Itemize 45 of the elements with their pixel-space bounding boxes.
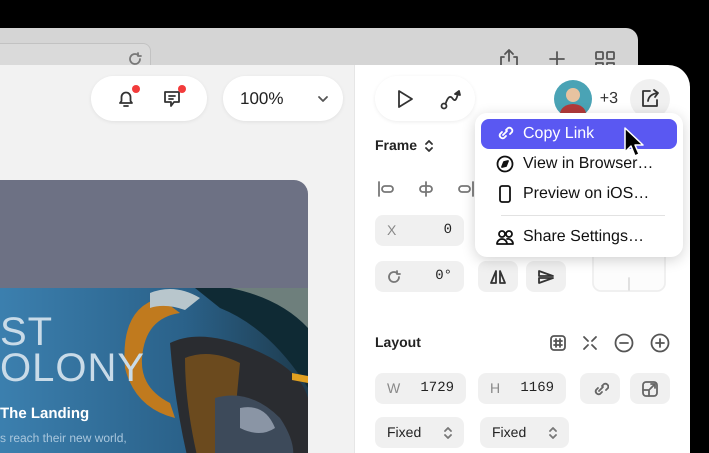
sort-icon: [549, 426, 557, 438]
x-field[interactable]: X 0: [375, 215, 464, 246]
menu-item[interactable]: Share Settings…: [481, 222, 677, 252]
grid-icon[interactable]: [594, 48, 616, 65]
frame-body-text: s reach their new world,: [0, 430, 127, 447]
chevron-down-icon: [317, 94, 329, 102]
play-button[interactable]: [395, 88, 415, 110]
play-icon: [395, 88, 415, 110]
resize-button[interactable]: [630, 373, 670, 404]
minus-icon[interactable]: [614, 332, 634, 352]
sort-icon: [444, 426, 452, 438]
section-label: Frame: [375, 136, 418, 155]
zoom-dropdown[interactable]: 100%: [223, 76, 343, 121]
height-field[interactable]: H 1169: [478, 373, 566, 404]
resize-icon: [641, 380, 659, 398]
align-left-icon[interactable]: [378, 181, 394, 197]
lock-ratio-button[interactable]: [580, 373, 620, 404]
comments-button[interactable]: [161, 88, 183, 110]
plus-icon[interactable]: [650, 332, 670, 352]
flip-vertical-button[interactable]: [526, 261, 566, 292]
menu-item[interactable]: View in Browser…: [481, 149, 677, 179]
flip-vertical-icon: [537, 268, 555, 284]
grid-icon[interactable]: [550, 334, 566, 350]
frame-title: ST: [0, 312, 54, 352]
sizing-select[interactable]: Fixed: [375, 417, 464, 448]
flip-horizontal-icon: [489, 268, 507, 284]
frame-heading: The Landing: [0, 404, 90, 424]
sort-icon[interactable]: [425, 140, 434, 152]
align-right-icon[interactable]: [458, 181, 474, 197]
flip-horizontal-button[interactable]: [478, 261, 518, 292]
rotation-field[interactable]: 0°: [375, 261, 464, 292]
people-icon: [495, 227, 515, 247]
collapse-icon[interactable]: [582, 334, 598, 350]
reload-icon[interactable]: [128, 52, 142, 65]
compass-icon: [495, 154, 515, 174]
plus-icon[interactable]: [546, 48, 568, 65]
width-field[interactable]: W 1729: [375, 373, 466, 404]
align-center-icon[interactable]: [418, 181, 434, 197]
cursor-icon: [623, 126, 645, 158]
section-label: Layout: [375, 333, 421, 352]
menu-item[interactable]: Preview on iOS…: [481, 179, 677, 209]
rotate-icon: [387, 270, 401, 284]
sizing-select[interactable]: Fixed: [480, 417, 569, 448]
share-icon[interactable]: [498, 48, 520, 65]
menu-item[interactable]: Copy Link: [481, 119, 677, 149]
